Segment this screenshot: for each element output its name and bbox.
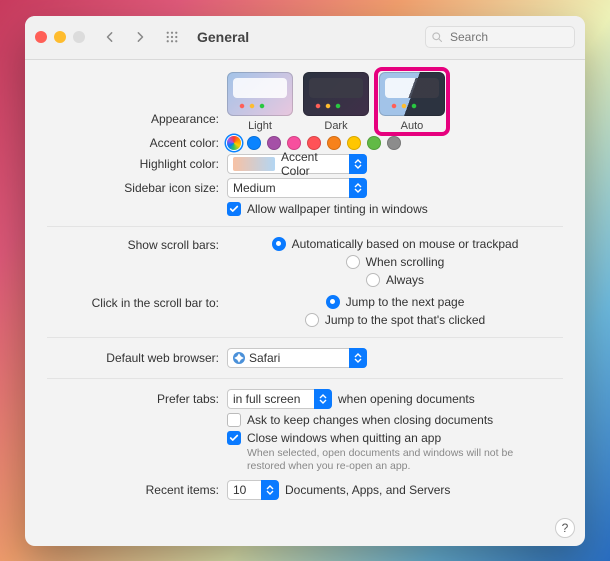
help-button[interactable]: ? (555, 518, 575, 538)
browser-label: Default web browser: (47, 351, 227, 365)
stepper-arrows-icon (261, 480, 279, 500)
clickscroll-radios-option-1[interactable]: Jump to the spot that's clicked (305, 313, 485, 327)
divider (47, 337, 563, 338)
page-title: General (197, 29, 249, 45)
prefer-tabs-label: Prefer tabs: (47, 392, 227, 406)
radio-button[interactable] (305, 313, 319, 327)
radio-label: When scrolling (366, 255, 445, 269)
grid-icon (166, 31, 178, 43)
back-button[interactable] (99, 26, 121, 48)
wallpaper-tint-label: Allow wallpaper tinting in windows (247, 202, 428, 216)
recent-items-value: 10 (233, 483, 261, 497)
close-windows-description: When selected, open documents and window… (247, 447, 547, 474)
accent-swatch-4[interactable] (327, 136, 341, 150)
prefer-tabs-value: in full screen (233, 392, 314, 406)
content-area: Appearance: Light Dark Auto Accent c (25, 60, 585, 546)
scrollbars-radios-option-1[interactable]: When scrolling (346, 255, 445, 269)
safari-icon (233, 352, 245, 364)
clickscroll-radiogroup: Jump to the next page Jump to the spot th… (227, 295, 563, 327)
scrollbars-label: Show scroll bars: (47, 237, 227, 252)
accent-swatch-5[interactable] (347, 136, 361, 150)
appearance-options: Light Dark Auto (227, 72, 563, 132)
chevron-right-icon (135, 31, 145, 43)
stepper-arrows-icon (349, 348, 367, 368)
radio-button[interactable] (346, 255, 360, 269)
radio-label: Always (386, 273, 424, 287)
accent-swatch-2[interactable] (287, 136, 301, 150)
recent-items-select[interactable]: 10 (227, 480, 279, 500)
search-input[interactable] (448, 29, 548, 45)
prefer-tabs-select[interactable]: in full screen (227, 389, 332, 409)
checkmark-icon (229, 204, 239, 214)
accent-color-swatches (227, 136, 563, 150)
close-windows-label: Close windows when quitting an app (247, 431, 441, 445)
scrollbars-radios-option-0[interactable]: Automatically based on mouse or trackpad (272, 237, 519, 251)
accent-swatch-0[interactable] (247, 136, 261, 150)
divider (47, 378, 563, 379)
highlight-preview-icon (233, 157, 275, 171)
appearance-option-light[interactable]: Light (227, 72, 293, 132)
close-window-button[interactable] (35, 31, 47, 43)
accent-swatch-6[interactable] (367, 136, 381, 150)
search-icon (431, 31, 443, 43)
clickscroll-label: Click in the scroll bar to: (47, 295, 227, 310)
default-browser-value: Safari (249, 351, 349, 365)
highlight-color-value: Accent Color (281, 150, 349, 178)
minimize-window-button[interactable] (54, 31, 66, 43)
chevron-left-icon (105, 31, 115, 43)
close-windows-checkbox[interactable] (227, 431, 241, 445)
ask-keep-changes-label: Ask to keep changes when closing documen… (247, 413, 493, 427)
accent-swatch-1[interactable] (267, 136, 281, 150)
recent-items-suffix: Documents, Apps, and Servers (285, 483, 450, 497)
scrollbars-radiogroup: Automatically based on mouse or trackpad… (227, 237, 563, 287)
appearance-thumb-dark (303, 72, 369, 116)
sidebar-size-value: Medium (233, 181, 349, 195)
ask-keep-changes-checkbox[interactable] (227, 413, 241, 427)
stepper-arrows-icon (314, 389, 332, 409)
appearance-option-auto[interactable]: Auto (379, 72, 445, 132)
prefer-tabs-suffix: when opening documents (338, 392, 475, 406)
appearance-option-dark[interactable]: Dark (303, 72, 369, 132)
stepper-arrows-icon (349, 178, 367, 198)
divider (47, 226, 563, 227)
window-controls (35, 31, 85, 43)
appearance-label: Appearance: (47, 72, 227, 126)
radio-label: Jump to the spot that's clicked (325, 313, 485, 327)
accent-swatch-3[interactable] (307, 136, 321, 150)
forward-button[interactable] (129, 26, 151, 48)
radio-button[interactable] (272, 237, 286, 251)
search-field[interactable] (425, 26, 575, 48)
appearance-thumb-auto (379, 72, 445, 116)
highlight-label: Highlight color: (47, 157, 227, 171)
toolbar: General (25, 16, 585, 60)
accent-label: Accent color: (47, 136, 227, 150)
zoom-window-button[interactable] (73, 31, 85, 43)
scrollbars-radios-option-2[interactable]: Always (366, 273, 424, 287)
default-browser-select[interactable]: Safari (227, 348, 367, 368)
appearance-thumb-light (227, 72, 293, 116)
sidebar-size-select[interactable]: Medium (227, 178, 367, 198)
stepper-arrows-icon (349, 154, 367, 174)
clickscroll-radios-option-0[interactable]: Jump to the next page (326, 295, 465, 309)
preferences-window: General Appearance: Light Dark (25, 16, 585, 546)
radio-label: Jump to the next page (346, 295, 465, 309)
show-all-button[interactable] (159, 26, 185, 48)
recent-items-label: Recent items: (47, 483, 227, 497)
accent-swatch-7[interactable] (387, 136, 401, 150)
highlight-color-select[interactable]: Accent Color (227, 154, 367, 174)
accent-swatch-multicolor[interactable] (227, 136, 241, 150)
checkmark-icon (229, 433, 239, 443)
sidebar-size-label: Sidebar icon size: (47, 181, 227, 195)
radio-button[interactable] (326, 295, 340, 309)
wallpaper-tint-checkbox[interactable] (227, 202, 241, 216)
radio-button[interactable] (366, 273, 380, 287)
radio-label: Automatically based on mouse or trackpad (292, 237, 519, 251)
